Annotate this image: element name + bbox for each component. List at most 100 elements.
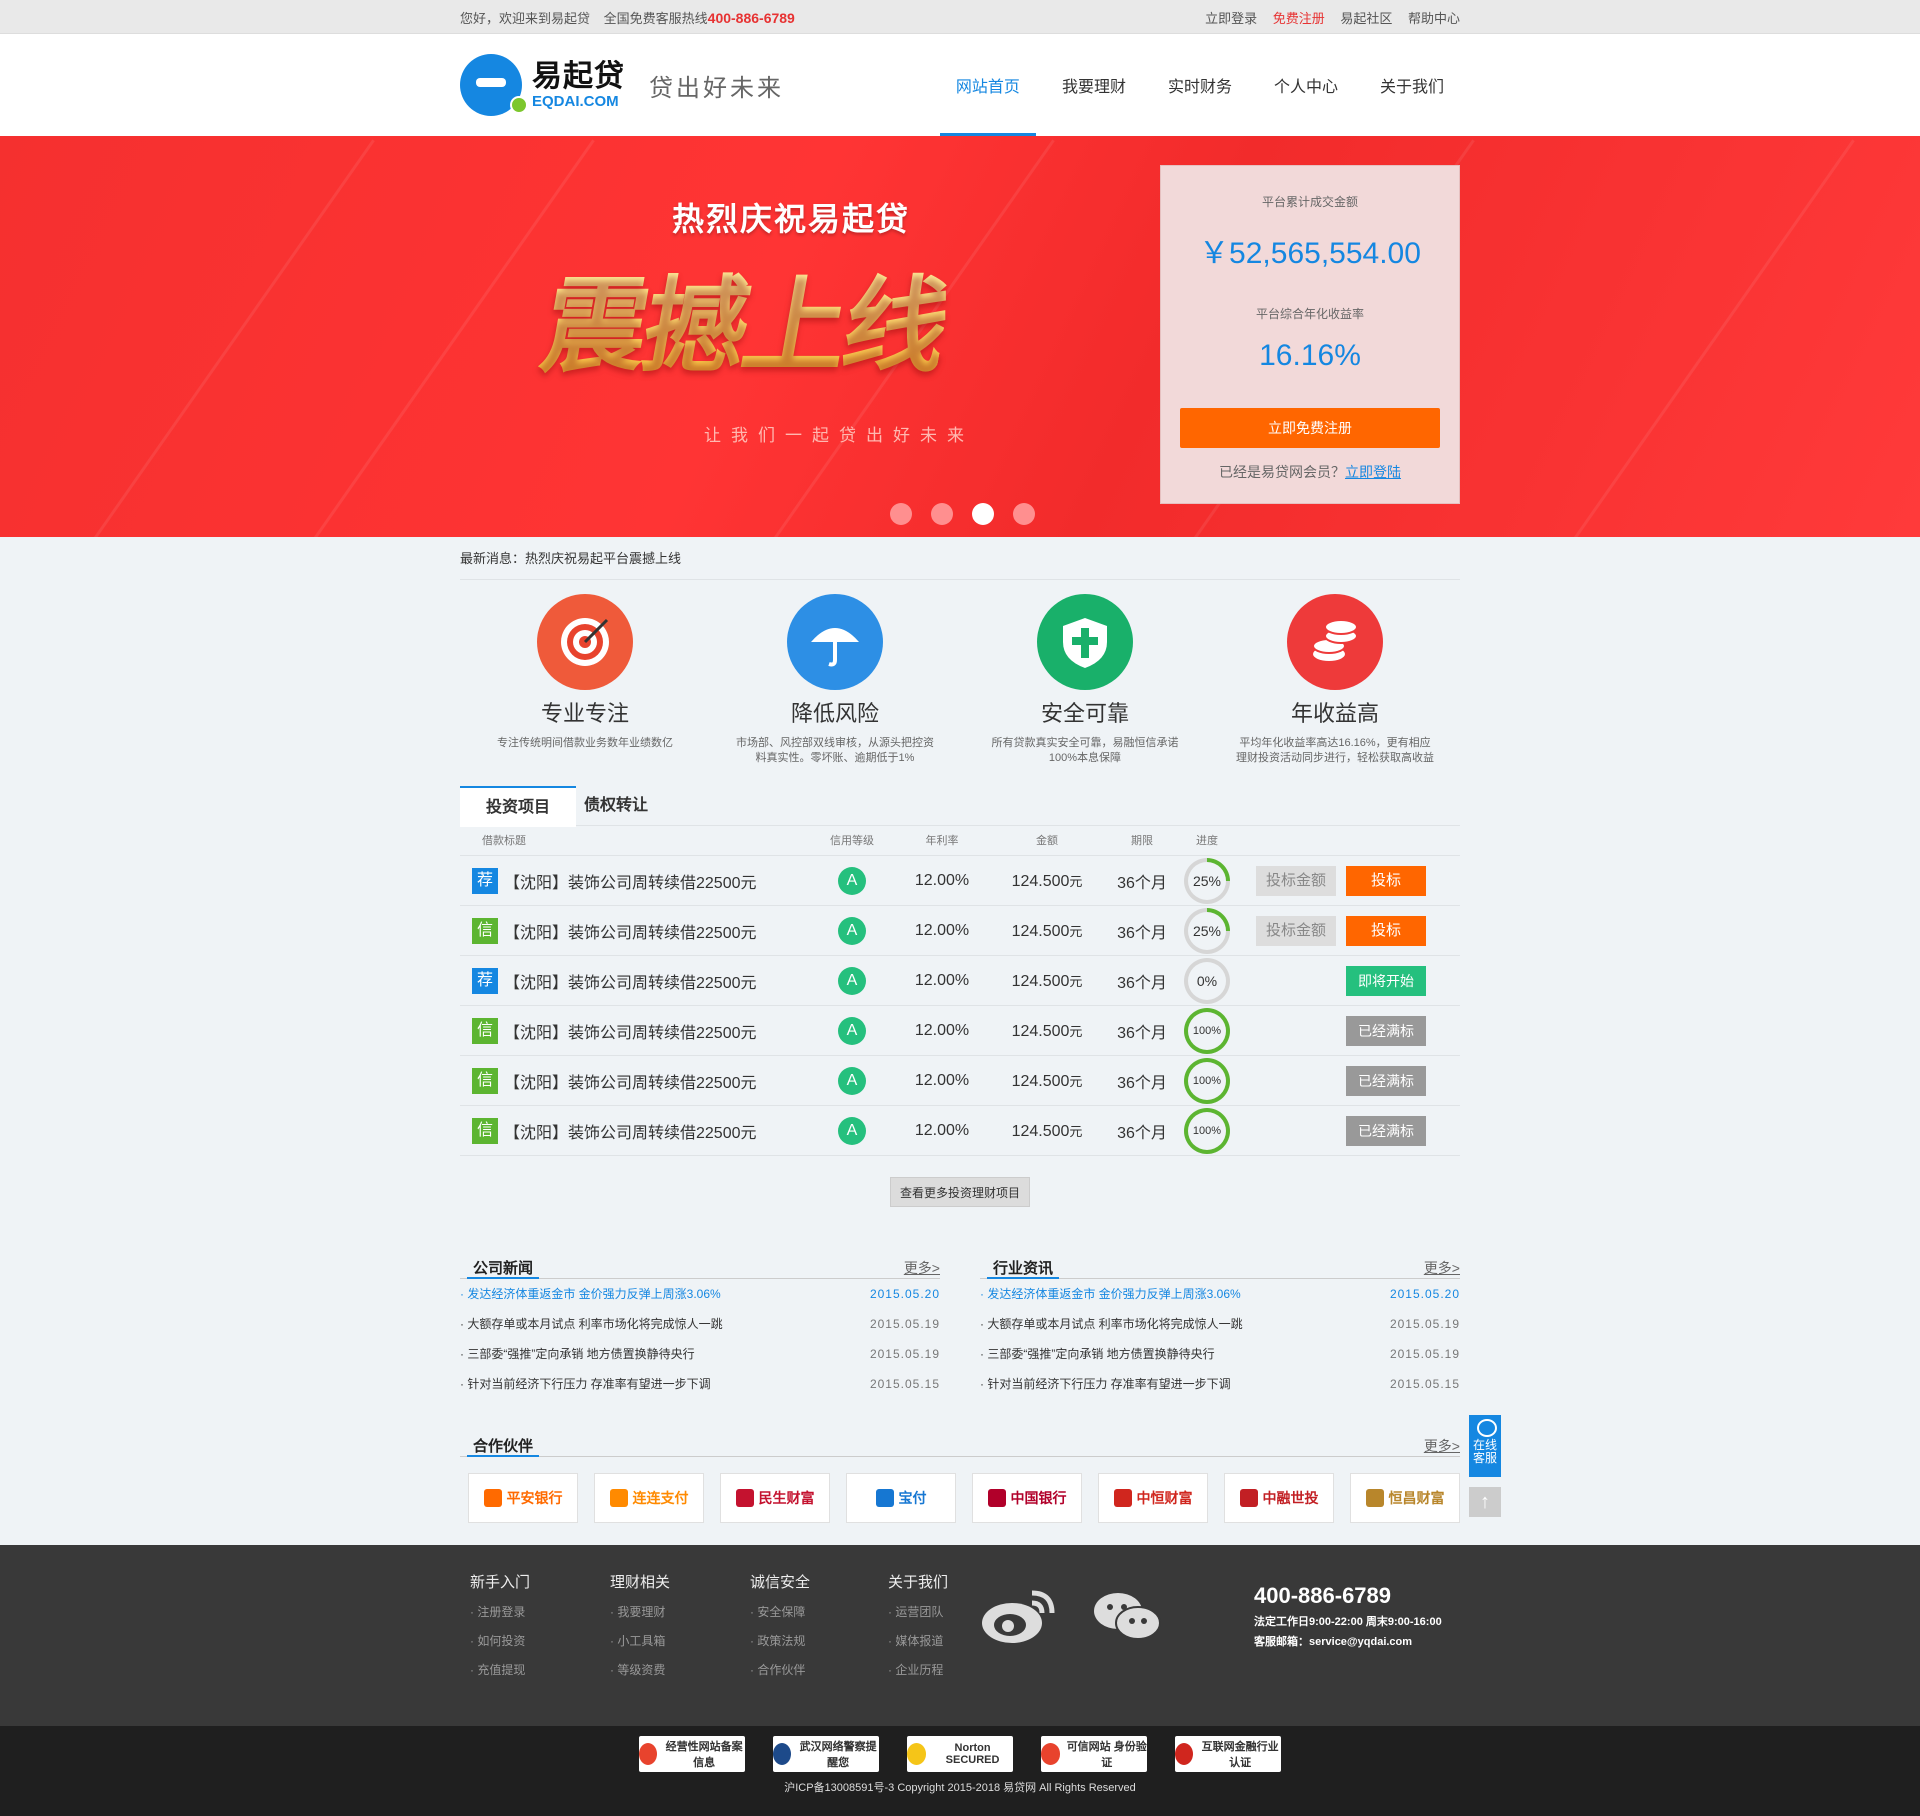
annual-rate-label: 平台综合年化收益率: [1255, 307, 1364, 321]
trust-badge[interactable]: Norton SECURED: [907, 1736, 1013, 1772]
help-center-link[interactable]: 帮助中心: [1408, 11, 1460, 26]
progress-text: 100%: [1188, 1011, 1226, 1050]
table-row: 荐【沈阳】装饰公司周转续借22500元 A 12.00% 124.500元 36个月 25…: [460, 856, 1460, 906]
row-title[interactable]: 【沈阳】装饰公司周转续借22500元: [504, 1019, 757, 1043]
footer-link[interactable]: · 小工具箱: [610, 1627, 670, 1656]
partner-logo[interactable]: 中融世投: [1224, 1473, 1334, 1523]
row-term: 36个月: [1117, 874, 1167, 892]
feature-low-risk: 降低风险 市场部、风控部双线审核，从源头把控资料真实性。零坏账、逾期低于1%: [710, 594, 960, 780]
total-amount-label: 平台累计成交金额: [1261, 195, 1358, 209]
partner-logo[interactable]: 中恒财富: [1098, 1473, 1208, 1523]
row-title[interactable]: 【沈阳】装饰公司周转续借22500元: [504, 919, 757, 943]
footer-link[interactable]: · 充值提现: [470, 1656, 530, 1685]
copyright: 沪ICP备13008591号-3 Copyright 2015-2018 易贷网…: [784, 1782, 1136, 1794]
footer-column: 诚信安全 · 安全保障 · 政策法规 · 合作伙伴: [750, 1571, 810, 1685]
bid-button[interactable]: 投标: [1346, 865, 1426, 896]
row-title[interactable]: 【沈阳】装饰公司周转续借22500元: [504, 1119, 757, 1143]
bid-amount-input[interactable]: 投标金额: [1256, 865, 1336, 896]
carousel-dot[interactable]: [1013, 503, 1035, 525]
partner-logo[interactable]: 恒昌财富: [1350, 1473, 1460, 1523]
nav-finance[interactable]: 实时财务: [1152, 34, 1248, 136]
tab-debt-transfer[interactable]: 债权转让: [576, 786, 676, 826]
col-title: 借款标题: [482, 835, 526, 847]
community-link[interactable]: 易起社区: [1340, 11, 1392, 26]
partner-logos: 平安银行 连连支付 民生财富 宝付 中国银行 中恒财富 中融世投 恒昌财富: [460, 1473, 1460, 1523]
latest-news-ticker[interactable]: 最新消息：热烈庆祝易起平台震撼上线: [460, 537, 1460, 580]
row-tag-badge: 荐: [472, 867, 498, 894]
partner-logo[interactable]: 民生财富: [720, 1473, 830, 1523]
footer-link[interactable]: · 我要理财: [610, 1598, 670, 1627]
carousel-dot-active[interactable]: [972, 503, 994, 525]
bid-amount-input[interactable]: 投标金额: [1256, 915, 1336, 946]
news-item[interactable]: · 针对当前经济下行压力 存准率有望进一步下调 2015.05.15: [460, 1369, 940, 1399]
partner-mark-icon: [1239, 1489, 1258, 1507]
login-now-link[interactable]: 立即登陆: [1345, 464, 1401, 480]
news-item[interactable]: · 针对当前经济下行压力 存准率有望进一步下调 2015.05.15: [980, 1369, 1460, 1399]
row-title[interactable]: 【沈阳】装饰公司周转续借22500元: [504, 969, 757, 993]
news-item[interactable]: · 三部委“强推”定向承销 地方债置换静待央行 2015.05.19: [460, 1339, 940, 1369]
news-item[interactable]: · 发达经济体重返金市 金价强力反弹上周涨3.06% 2015.05.20: [980, 1279, 1460, 1309]
footer-link[interactable]: · 运营团队: [888, 1598, 948, 1627]
row-term: 36个月: [1117, 974, 1167, 992]
footer-column: 理财相关 · 我要理财 · 小工具箱 · 等级资费: [610, 1571, 670, 1685]
more-projects-button[interactable]: 查看更多投资理财项目: [890, 1177, 1030, 1207]
side-float: 在线客服 ↑: [1469, 1415, 1501, 1517]
online-service-button[interactable]: 在线客服: [1469, 1415, 1501, 1477]
trust-badge[interactable]: 互联网金融行业认证: [1175, 1736, 1281, 1772]
footer-link[interactable]: · 合作伙伴: [750, 1656, 810, 1685]
footer-link[interactable]: · 如何投资: [470, 1627, 530, 1656]
partner-logo[interactable]: 中国银行: [972, 1473, 1082, 1523]
bid-button[interactable]: 投标: [1346, 915, 1426, 946]
news-item[interactable]: · 三部委“强推”定向承销 地方债置换静待央行 2015.05.19: [980, 1339, 1460, 1369]
project-table: 荐【沈阳】装饰公司周转续借22500元 A 12.00% 124.500元 36个月 25…: [460, 856, 1460, 1156]
news-item[interactable]: · 大额存单或本月试点 利率市场化将完成惊人一跳 2015.05.19: [980, 1309, 1460, 1339]
badge-label: 武汉网络警察提醒您: [799, 1741, 877, 1769]
nav-about[interactable]: 关于我们: [1364, 34, 1460, 136]
row-amount-unit: 元: [1069, 973, 1083, 989]
tab-invest-projects[interactable]: 投资项目: [460, 786, 576, 827]
footer-link[interactable]: · 媒体报道: [888, 1627, 948, 1656]
news-item[interactable]: · 大额存单或本月试点 利率市场化将完成惊人一跳 2015.05.19: [460, 1309, 940, 1339]
bid-button[interactable]: 即将开始: [1346, 965, 1426, 996]
footer-column-title: 新手入门: [470, 1574, 531, 1591]
login-link[interactable]: 立即登录: [1205, 11, 1257, 26]
carousel-dot[interactable]: [931, 503, 953, 525]
footer-link[interactable]: · 等级资费: [610, 1656, 670, 1685]
row-progress-cell: 25%: [1182, 907, 1232, 954]
trust-badge[interactable]: 可信网站 身份验证: [1041, 1736, 1147, 1772]
footer-link[interactable]: · 企业历程: [888, 1656, 948, 1685]
partner-logo[interactable]: 宝付: [846, 1473, 956, 1523]
register-button[interactable]: 立即免费注册: [1180, 408, 1440, 448]
wechat-icon[interactable]: [1092, 1589, 1162, 1643]
partner-logo[interactable]: 平安银行: [468, 1473, 578, 1523]
feature-title: 专业专注: [540, 701, 629, 726]
footer-link[interactable]: · 安全保障: [750, 1598, 810, 1627]
site-logo[interactable]: 易起贷 EQDAI.COM 贷出好未来: [460, 54, 784, 116]
trust-badge[interactable]: 武汉网络警察提醒您: [773, 1736, 879, 1772]
row-tag-badge: 信: [472, 1067, 498, 1094]
company-news-more[interactable]: 更多>: [904, 1258, 940, 1278]
nav-invest[interactable]: 我要理财: [1046, 34, 1142, 136]
back-to-top-icon[interactable]: ↑: [1469, 1487, 1501, 1517]
row-title[interactable]: 【沈阳】装饰公司周转续借22500元: [504, 1069, 757, 1093]
footer-contact: 400-886-6789 法定工作日9:00-22:00 周末9:00-16:0…: [1254, 1583, 1442, 1649]
footer-column: 新手入门 · 注册登录 · 如何投资 · 充值提现: [470, 1571, 530, 1685]
industry-news-more[interactable]: 更多>: [1424, 1258, 1460, 1278]
register-link[interactable]: 免费注册: [1273, 11, 1325, 26]
footer-link[interactable]: · 注册登录: [470, 1598, 530, 1627]
credit-grade-badge: A: [838, 1016, 866, 1045]
nav-account[interactable]: 个人中心: [1258, 34, 1354, 136]
badge-seal-icon: [907, 1743, 927, 1765]
trust-badge[interactable]: 经营性网站备案信息: [639, 1736, 745, 1772]
nav-home[interactable]: 网站首页: [939, 34, 1036, 136]
news-item[interactable]: · 发达经济体重返金市 金价强力反弹上周涨3.06% 2015.05.20: [460, 1279, 940, 1309]
carousel-dot[interactable]: [890, 503, 912, 525]
footer-link[interactable]: · 政策法规: [750, 1627, 810, 1656]
partners-more[interactable]: 更多>: [1424, 1436, 1460, 1456]
news-item-date: 2015.05.19: [869, 1347, 940, 1361]
footer-hours: 法定工作日9:00-22:00 周末9:00-16:00: [1254, 1616, 1442, 1628]
row-title[interactable]: 【沈阳】装饰公司周转续借22500元: [504, 869, 757, 893]
bid-button: 已经满标: [1346, 1065, 1426, 1096]
weibo-icon[interactable]: [980, 1587, 1058, 1645]
partner-logo[interactable]: 连连支付: [594, 1473, 704, 1523]
